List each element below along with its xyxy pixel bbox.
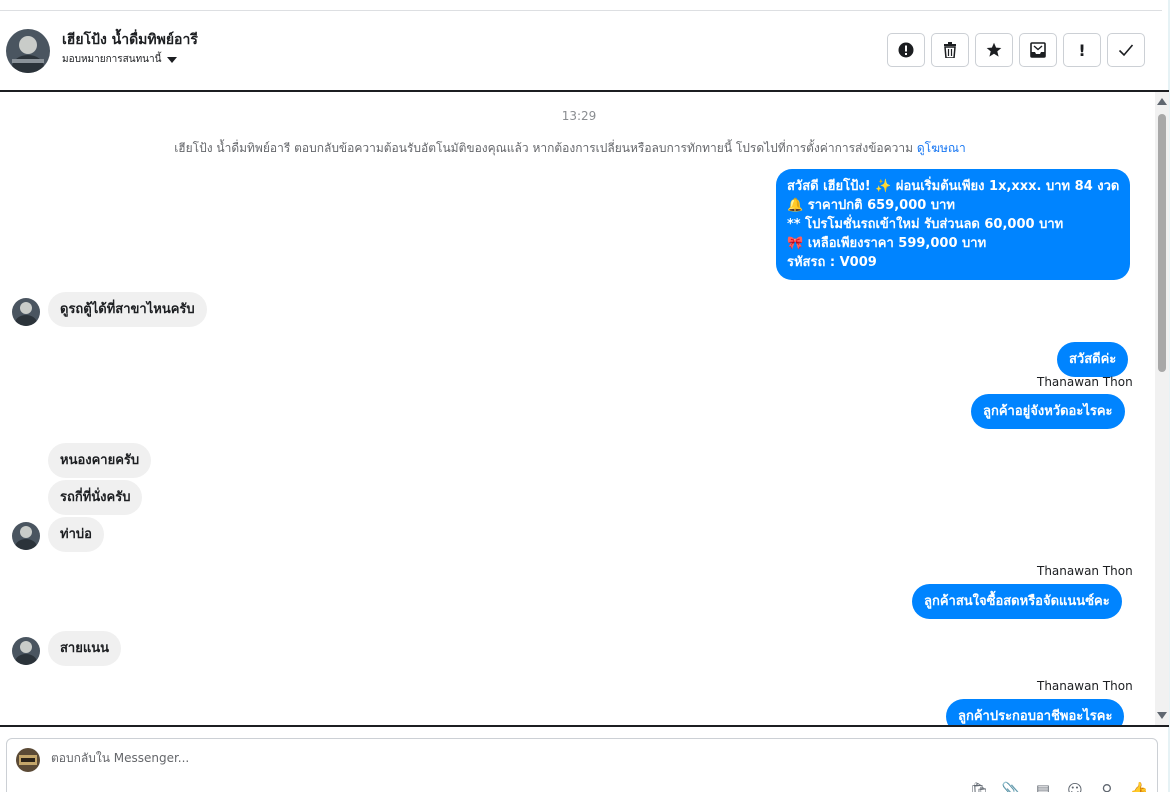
promo-line: 🔔 ราคาปกติ 659,000 บาท	[787, 198, 955, 213]
sender-name: Thanawan Thon	[1037, 375, 1133, 389]
promo-message: สวัสดี เฮียโป้ง! ✨ ผ่อนเริ่มต้นเพียง 1x,…	[776, 169, 1131, 280]
outgoing-message: สวัสดีค่ะ	[1057, 342, 1129, 377]
mark-done-button[interactable]	[1107, 33, 1145, 67]
incoming-message: ท่าบ่อ	[48, 517, 104, 552]
scrollbar-thumb[interactable]	[1158, 114, 1166, 372]
caret-down-icon	[167, 56, 178, 63]
sender-name: Thanawan Thon	[1037, 564, 1133, 578]
messenger-conversation: เฮียโป้ง น้ำดื่มทิพย์อารี มอบหมายการสนทน…	[0, 0, 1171, 792]
scroll-up-icon[interactable]	[1157, 98, 1167, 105]
promo-line: สวัสดี เฮียโป้ง! ✨ ผ่อนเริ่มต้นเพียง 1x,…	[787, 179, 1120, 194]
page-avatar	[16, 748, 40, 772]
sender-name: Thanawan Thon	[1037, 679, 1133, 693]
outgoing-message: ลูกค้าประกอบอาชีพอะไรคะ	[946, 699, 1125, 725]
delete-button[interactable]	[931, 33, 969, 67]
assign-conversation-dropdown[interactable]: มอบหมายการสนทนานี้	[62, 52, 178, 67]
message-thread[interactable]: 13:29 เฮียโป้ง น้ำดื่มทิพย์อารี ตอบกลับข…	[0, 90, 1169, 727]
composer-toolbar: 🛍 📎 ▤ ☺ ⚲ 👍	[969, 781, 1149, 792]
emoji-icon[interactable]: ☺	[1065, 781, 1085, 792]
mark-unread-button[interactable]	[1019, 33, 1057, 67]
scrollbar[interactable]	[1155, 92, 1169, 725]
like-icon[interactable]: 👍	[1129, 781, 1149, 792]
mark-unread-icon	[1030, 42, 1046, 58]
shop-bag-icon[interactable]: 🛍	[969, 781, 989, 792]
contact-name[interactable]: เฮียโป้ง น้ำดื่มทิพย์อารี	[62, 29, 198, 51]
avatar	[12, 637, 40, 665]
sticker-icon[interactable]: ⚲	[1097, 781, 1117, 792]
spam-report-icon	[898, 42, 914, 58]
spam-report-button[interactable]	[887, 33, 925, 67]
mark-important-button[interactable]: !	[1063, 33, 1101, 67]
attach-icon[interactable]: 📎	[1001, 781, 1021, 792]
reply-composer: 🛍 📎 ▤ ☺ ⚲ 👍	[6, 738, 1158, 792]
avatar	[12, 298, 40, 326]
promo-line: 🎀 เหลือเพียงราคา 599,000 บาท	[787, 236, 987, 251]
notice-text: เฮียโป้ง น้ำดื่มทิพย์อารี ตอบกลับข้อความ…	[174, 141, 914, 155]
trash-icon	[944, 42, 956, 58]
incoming-message: สายแนน	[48, 631, 122, 666]
reply-input[interactable]	[51, 751, 751, 765]
assign-label: มอบหมายการสนทนานี้	[62, 54, 162, 65]
check-icon	[1118, 44, 1134, 57]
promo-line: รหัสรถ : V009	[787, 255, 877, 270]
star-icon	[986, 42, 1002, 57]
star-button[interactable]	[975, 33, 1013, 67]
outgoing-message: ลูกค้าสนใจซื้อสดหรือจัดแนนซ์คะ	[912, 584, 1122, 619]
conversation-header: เฮียโป้ง น้ำดื่มทิพย์อารี มอบหมายการสนทน…	[0, 11, 1168, 90]
avatar	[12, 522, 40, 550]
avatar[interactable]	[6, 29, 50, 73]
timestamp: 13:29	[561, 109, 597, 123]
incoming-message: ดูรถตู้ได้ที่สาขาไหนครับ	[48, 292, 207, 327]
view-ad-link[interactable]: ดูโฆษณา	[917, 141, 966, 155]
exclamation-icon: !	[1078, 40, 1086, 60]
header-actions: !	[887, 33, 1145, 67]
outgoing-message: ลูกค้าอยู่จังหวัดอะไรคะ	[971, 394, 1125, 429]
promo-line: ** โปรโมชั่นรถเข้าใหม่ รับส่วนลด 60,000 …	[787, 217, 1064, 232]
incoming-message: รถกี่ที่นั่งครับ	[48, 480, 143, 515]
incoming-message: หนองคายครับ	[48, 443, 152, 478]
saved-reply-icon[interactable]: ▤	[1033, 781, 1053, 792]
scroll-down-icon[interactable]	[1157, 712, 1167, 719]
auto-reply-notice: เฮียโป้ง น้ำดื่มทิพย์อารี ตอบกลับข้อความ…	[0, 139, 1140, 158]
